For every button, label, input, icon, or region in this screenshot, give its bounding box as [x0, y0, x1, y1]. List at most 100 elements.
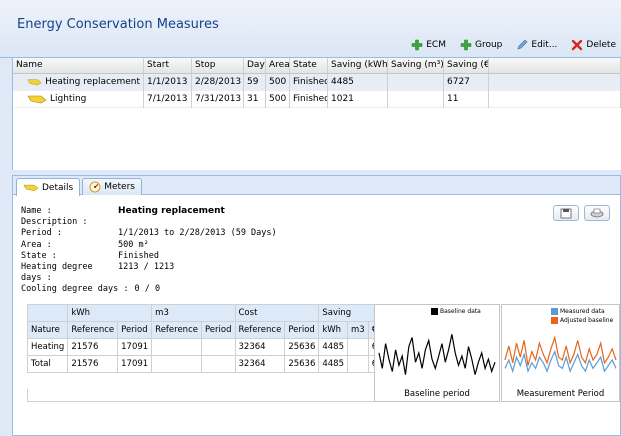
measurement-caption: Measurement Period	[516, 389, 605, 399]
period-label: Period :	[21, 228, 62, 239]
adjusted-legend-label: Adjusted baseline	[560, 317, 614, 324]
column-header-saving-m3[interactable]: Saving (m³)	[388, 58, 444, 73]
baseline-plot	[378, 334, 496, 375]
ecm-tag-icon	[23, 184, 39, 191]
adjusted-legend: Adjusted baseline	[551, 317, 613, 324]
summary-sub-header: Period	[284, 321, 320, 339]
column-header-area[interactable]: Area	[266, 58, 290, 73]
measured-legend-label: Measured data	[560, 308, 605, 315]
ecm-tag-icon	[27, 95, 47, 104]
add-group-button[interactable]: Group	[455, 35, 507, 54]
tab-details-label: Details	[42, 182, 74, 193]
row-saving-m3	[388, 90, 444, 108]
tab-details[interactable]: Details	[16, 178, 81, 196]
summary-cell: 17091	[117, 338, 153, 356]
column-header-saving-kwh[interactable]: Saving (kWh)	[328, 58, 388, 73]
row-saving-kwh: 4485	[328, 73, 388, 91]
summary-table: kWh m3 Cost Saving Nature Reference Peri…	[26, 304, 398, 373]
row-saving-eur: 11	[444, 90, 489, 108]
summary-sub-header: Period	[117, 321, 153, 339]
heating-degree-days-value: 1213 / 1213	[118, 262, 175, 273]
baseline-chart: Baseline data Baseline period	[374, 304, 500, 402]
panel-header: Energy Conservation Measures ECM Group E…	[0, 0, 621, 58]
summary-group-header-blank	[26, 304, 69, 322]
heating-degree-days-label: Heating degree days :	[21, 262, 93, 284]
table-row[interactable]: Lighting 7/1/2013 7/31/2013 31 500 Finis…	[13, 90, 621, 108]
measurement-chart: Measured data Adjusted baseline Measurem…	[501, 304, 620, 402]
row-filler	[489, 73, 621, 91]
summary-sub-header: Period	[200, 321, 236, 339]
summary-cell: 25636	[284, 338, 320, 356]
summary-sub-header: kWh	[318, 321, 348, 339]
print-icon	[590, 208, 604, 218]
summary-cell	[151, 338, 202, 356]
baseline-caption: Baseline period	[404, 389, 470, 399]
name-value: Heating replacement	[118, 206, 225, 216]
summary-cell: Total	[26, 355, 69, 373]
summary-cell: 21576	[67, 355, 119, 373]
table-row[interactable]: Heating replacement 1/1/2013 2/28/2013 5…	[13, 73, 621, 91]
pencil-icon	[517, 39, 528, 49]
summary-group-header-cost: Cost	[234, 304, 320, 322]
delete-label: Delete	[586, 39, 616, 50]
panel-title: Energy Conservation Measures	[17, 17, 219, 32]
measured-legend-swatch	[551, 308, 558, 315]
add-group-label: Group	[475, 39, 503, 50]
state-value: Finished	[118, 250, 159, 261]
summary-row: Total 21576 17091 32364 25636 4485 6727	[26, 355, 398, 373]
column-header-saving-eur[interactable]: Saving (€)	[444, 58, 489, 73]
delete-x-icon	[572, 39, 583, 50]
summary-sub-header-row: Nature Reference Period Reference Period…	[26, 321, 398, 339]
baseline-legend: Baseline data	[431, 308, 481, 315]
delete-button[interactable]: Delete	[566, 35, 621, 54]
summary-group-header-m3: m3	[151, 304, 236, 322]
summary-cell: 17091	[117, 355, 153, 373]
summary-cell	[200, 355, 236, 373]
add-ecm-button[interactable]: ECM	[406, 35, 451, 54]
summary-group-header-row: kWh m3 Cost Saving	[26, 304, 398, 322]
row-name: Lighting	[50, 93, 87, 104]
row-saving-kwh: 1021	[328, 90, 388, 108]
column-header-start[interactable]: Start	[144, 58, 192, 73]
row-filler	[489, 90, 621, 108]
row-days: 31	[244, 90, 266, 108]
row-saving-eur: 6727	[444, 73, 489, 91]
row-days: 59	[244, 73, 266, 91]
ecm-details: Name : Heating replacement Description : …	[21, 206, 277, 296]
summary-cell: 32364	[234, 338, 286, 356]
row-saving-m3	[388, 73, 444, 91]
cooling-degree-days-value: 0 / 0	[134, 284, 161, 295]
column-header-days[interactable]: Days	[244, 58, 266, 73]
summary-sub-header: Nature	[26, 321, 69, 339]
adjusted-legend-swatch	[551, 317, 558, 324]
measurement-plot	[504, 335, 617, 374]
baseline-series-line	[378, 334, 496, 375]
plus-icon	[460, 39, 472, 50]
period-value: 1/1/2013 to 2/28/2013 (59 Days)	[118, 228, 277, 239]
row-stop: 7/31/2013	[192, 90, 244, 108]
plus-icon	[412, 39, 423, 50]
edit-button[interactable]: Edit...	[511, 35, 562, 54]
row-name-cell: Lighting	[13, 90, 144, 108]
baseline-legend-swatch	[431, 308, 438, 315]
summary-cell: 21576	[67, 338, 119, 356]
column-header-stop[interactable]: Stop	[192, 58, 244, 73]
print-button[interactable]	[584, 205, 610, 221]
summary-cell: 32364	[234, 355, 286, 373]
tab-meters[interactable]: Meters	[82, 178, 142, 195]
measured-data-series-line	[504, 349, 617, 374]
ecm-tag-icon	[27, 79, 42, 86]
summary-cell	[151, 355, 202, 373]
grid-header: Name Start Stop Days Area State Saving (…	[13, 58, 621, 74]
row-state: Finished	[290, 90, 328, 108]
row-stop: 2/28/2013	[192, 73, 244, 91]
summary-cell: 4485	[318, 338, 348, 356]
baseline-legend-label: Baseline data	[440, 308, 481, 315]
save-button[interactable]	[553, 205, 579, 221]
row-area: 500	[266, 90, 290, 108]
column-header-name[interactable]: Name	[13, 58, 144, 73]
column-header-state[interactable]: State	[290, 58, 328, 73]
state-label: State :	[21, 250, 57, 261]
cooling-degree-days-label: Cooling degree days :	[21, 284, 129, 295]
description-label: Description :	[21, 217, 88, 228]
